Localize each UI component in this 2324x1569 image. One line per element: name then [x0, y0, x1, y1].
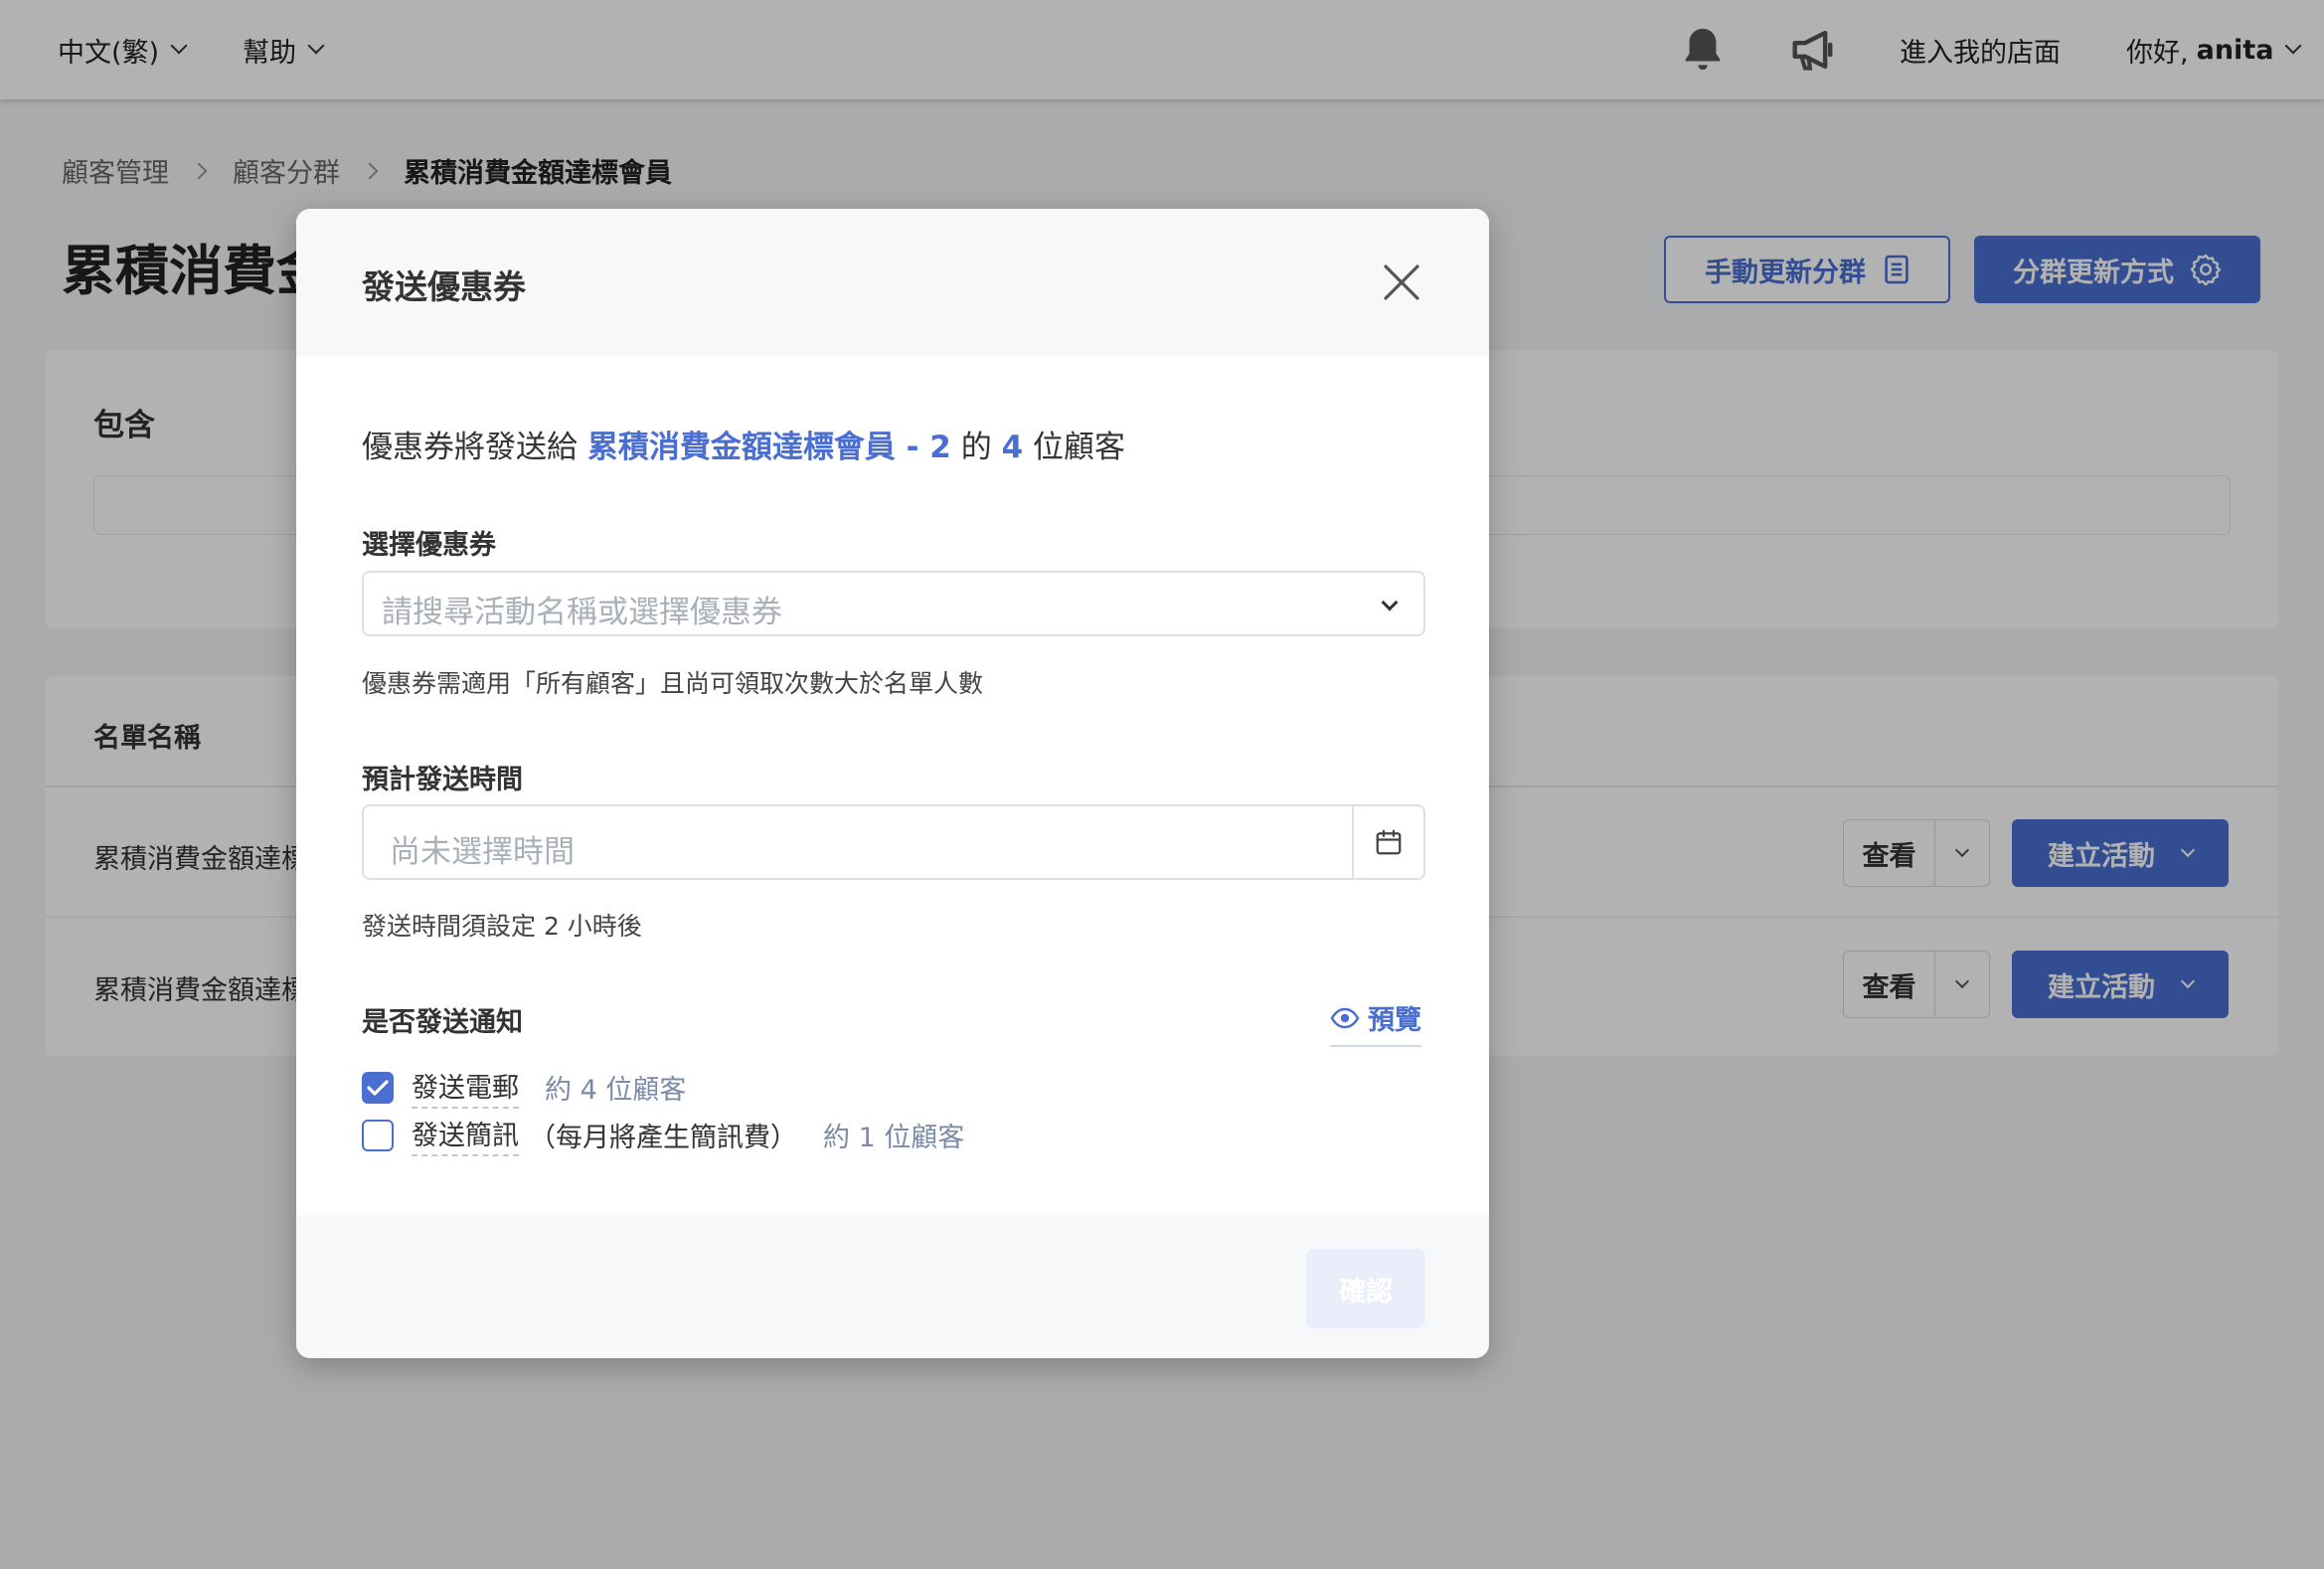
- date-picker-button[interactable]: [1352, 806, 1423, 878]
- recipient-count: 4: [1001, 430, 1024, 465]
- preview-link[interactable]: 預覽: [1330, 998, 1421, 1047]
- confirm-label: 確認: [1339, 1276, 1393, 1308]
- confirm-button[interactable]: 確認: [1306, 1249, 1425, 1328]
- dialog-title: 發送優惠券: [362, 267, 526, 306]
- recipient-summary: 優惠券將發送給 累積消費金額達標會員 - 2 的 4 位顧客: [362, 422, 1125, 466]
- email-notification-option[interactable]: 發送電郵 約 4 位顧客: [362, 1066, 686, 1109]
- close-icon: [1384, 264, 1419, 300]
- coupon-placeholder: 請搜尋活動名稱或選擇優惠券: [382, 595, 782, 630]
- sms-estimate: 約 1 位顧客: [823, 1123, 965, 1153]
- send-time-placeholder: 尚未選擇時間: [390, 834, 575, 870]
- sms-fee-note: （每月將產生簡訊費）: [529, 1123, 797, 1153]
- notification-label: 是否發送通知: [362, 1007, 523, 1038]
- email-estimate: 約 4 位顧客: [545, 1075, 687, 1106]
- send-time-help-text: 發送時間須設定 2 小時後: [362, 912, 642, 941]
- coupon-select[interactable]: 請搜尋活動名稱或選擇優惠券: [362, 571, 1425, 636]
- sms-notification-option[interactable]: 發送簡訊 （每月將產生簡訊費） 約 1 位顧客: [362, 1114, 964, 1156]
- sms-checkbox[interactable]: [362, 1119, 394, 1151]
- chevron-down-icon: [1381, 594, 1399, 611]
- send-coupon-dialog: 發送優惠券 優惠券將發送給 累積消費金額達標會員 - 2 的 4 位顧客 選擇優…: [296, 209, 1489, 1358]
- coupon-field-label: 選擇優惠券: [362, 530, 496, 561]
- coupon-help-text: 優惠券需適用「所有顧客」且尚可領取次數大於名單人數: [362, 669, 984, 698]
- eye-icon: [1330, 1007, 1360, 1028]
- close-button[interactable]: [1380, 261, 1423, 304]
- send-time-input[interactable]: 尚未選擇時間: [362, 804, 1425, 880]
- checkmark-icon: [367, 1079, 389, 1096]
- send-time-label: 預計發送時間: [362, 765, 523, 795]
- email-option-label: 發送電郵: [412, 1066, 519, 1109]
- sms-option-label: 發送簡訊: [412, 1114, 519, 1156]
- calendar-icon: [1376, 829, 1402, 855]
- intro-mid: 的: [960, 430, 992, 465]
- email-checkbox[interactable]: [362, 1071, 394, 1104]
- intro-prefix: 優惠券將發送給: [362, 430, 578, 465]
- intro-suffix: 位顧客: [1033, 430, 1126, 465]
- preview-label: 預覽: [1368, 1005, 1421, 1036]
- segment-name-highlight: 累積消費金額達標會員 - 2: [586, 430, 951, 465]
